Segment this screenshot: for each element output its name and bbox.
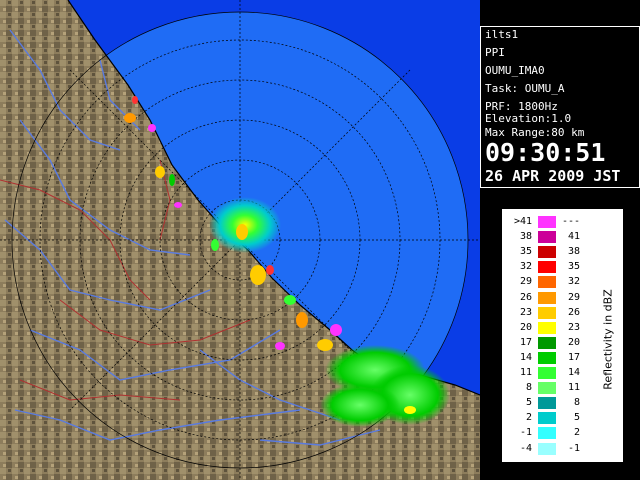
elevation-value: Elevation:1.0 — [485, 112, 572, 125]
radar-ppi-image — [0, 0, 480, 480]
legend-high-label: -1 — [567, 442, 580, 454]
legend-low-label: 20 — [519, 321, 532, 333]
legend-high-label: 11 — [567, 382, 580, 394]
legend-low-label: 17 — [519, 336, 532, 348]
legend-high-label: 32 — [567, 276, 580, 288]
reflectivity-legend: >41 --- 38 41 35 38 32 35 29 32 26 29 23 26 20 23 17 20 14… — [500, 207, 625, 464]
legend-high-label: 29 — [567, 291, 580, 303]
legend-low-label: -4 — [519, 442, 532, 454]
scan-date: 26 APR 2009 JST — [485, 167, 621, 185]
legend-title: Reflectivity in dBZ — [601, 289, 615, 390]
scan-mode: PPI — [485, 46, 505, 59]
legend-low-label: 11 — [519, 367, 532, 378]
legend-low-label: >41 — [513, 216, 532, 227]
legend-high-label: 23 — [567, 321, 580, 333]
legend-high-label: 2 — [573, 427, 580, 439]
scan-info-panel: ilts1 PPI OUMU_IMA0 Task: OUMU_A PRF: 18… — [480, 26, 640, 188]
radar-map[interactable] — [0, 0, 480, 480]
legend-low-label: 8 — [525, 382, 532, 394]
legend-low-label: 14 — [519, 351, 532, 363]
legend-low-label: 35 — [519, 246, 532, 258]
legend-high-label: 41 — [567, 231, 580, 243]
legend-high-label: 5 — [573, 412, 580, 424]
legend-high-label: --- — [561, 216, 580, 227]
task-name: Task: OUMU_A — [485, 82, 565, 95]
legend-high-label: 8 — [573, 397, 580, 409]
legend-low-label: 23 — [519, 306, 532, 318]
legend-low-label: 5 — [525, 397, 532, 409]
product-name: OUMU_IMA0 — [485, 64, 545, 77]
legend-high-label: 38 — [567, 246, 580, 258]
legend-high-label: 17 — [567, 351, 580, 363]
legend-low-label: 2 — [525, 412, 532, 424]
legend-low-label: 32 — [519, 261, 532, 273]
legend-high-label: 35 — [567, 261, 580, 273]
legend-high-label: 20 — [567, 336, 580, 348]
legend-high-label: 26 — [567, 306, 580, 318]
legend-title-wrap: Reflectivity in dBZ — [598, 239, 618, 439]
legend-low-label: -1 — [519, 427, 532, 439]
legend-low-label: 38 — [519, 231, 532, 243]
legend-low-label: 29 — [519, 276, 532, 288]
legend-high-label: 14 — [567, 367, 580, 378]
legend-low-label: 26 — [519, 291, 532, 303]
scan-time: 09:30:51 — [485, 138, 606, 167]
site-name: ilts1 — [485, 28, 519, 41]
